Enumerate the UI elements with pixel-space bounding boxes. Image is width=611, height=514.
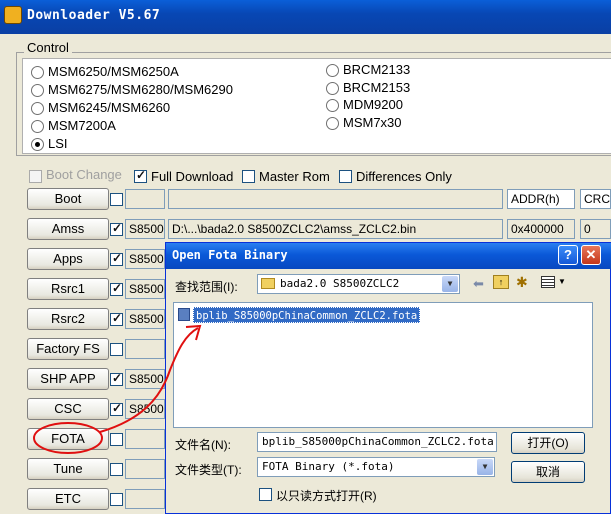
annotation-arrow-line bbox=[99, 327, 199, 433]
annotation-circle-fota bbox=[33, 422, 103, 454]
red-annotation bbox=[33, 324, 202, 454]
